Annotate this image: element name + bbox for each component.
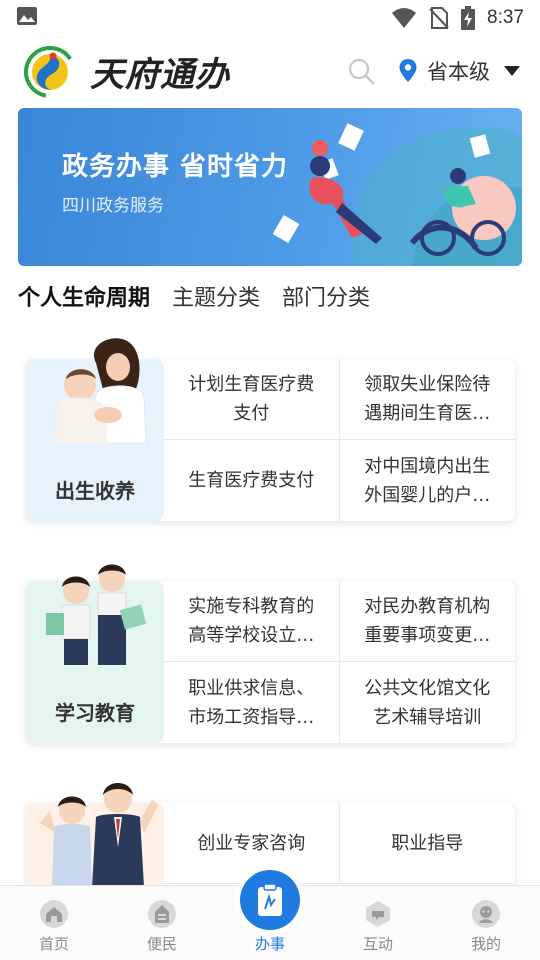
banner-illustration xyxy=(272,123,522,266)
app-logo xyxy=(22,43,78,99)
service-grid: 实施专科教育的高等学校设立审批 对民办教育机构重要事项变更审批 职业供求信息、市… xyxy=(164,581,515,743)
caret-down-icon xyxy=(504,66,520,76)
service-grid: 计划生育医疗费支付 领取失业保险待遇期间生育医疗费 生育医疗费支付 对中国境内出… xyxy=(164,359,515,521)
nav-label: 我的 xyxy=(470,935,501,953)
category-card-birth-adoption: 出生收养 计划生育医疗费支付 领取失业保险待遇期间生育医疗费 生育医疗费支付 对… xyxy=(26,338,515,521)
home-icon xyxy=(40,900,68,928)
category-cover-education[interactable]: 学习教育 xyxy=(26,564,164,743)
category-tabs: 个人生命周期 主题分类 部门分类 xyxy=(18,280,370,312)
status-time: 8:37 xyxy=(487,7,524,28)
nav-item-interaction[interactable]: 互动 xyxy=(324,886,432,960)
service-item[interactable]: 职业供求信息、市场工资指导价位 xyxy=(164,662,340,743)
service-item[interactable]: 公共文化馆文化艺术辅导培训 xyxy=(340,662,516,743)
tab-topic[interactable]: 主题分类 xyxy=(172,280,260,312)
nav-item-profile[interactable]: 我的 xyxy=(432,886,540,960)
app-name: 天府通办 xyxy=(90,54,230,95)
students-illustration xyxy=(46,564,147,665)
banner-subtitle: 四川政务服务 xyxy=(62,196,164,216)
nav-item-services[interactable]: 办事 xyxy=(216,870,324,960)
category-card-education: 学习教育 实施专科教育的高等学校设立审批 对民办教育机构重要事项变更审批 职业供… xyxy=(26,564,515,743)
service-item[interactable]: 对民办教育机构重要事项变更审批 xyxy=(339,581,515,662)
bottom-navigation: 首页 便民 办事 互动 我的 xyxy=(0,870,540,960)
nav-item-home[interactable]: 首页 xyxy=(0,886,108,960)
mother-baby-illustration xyxy=(56,338,147,443)
service-item[interactable]: 领取失业保险待遇期间生育医疗费 xyxy=(339,359,515,440)
tab-life-cycle[interactable]: 个人生命周期 xyxy=(18,280,150,312)
image-icon xyxy=(17,7,37,25)
service-item[interactable]: 创业专家咨询 xyxy=(164,803,340,884)
wifi-icon xyxy=(392,8,417,28)
service-item[interactable]: 计划生育医疗费支付 xyxy=(164,359,340,440)
status-bar: 8:37 xyxy=(0,0,540,36)
service-item[interactable]: 职业指导 xyxy=(339,803,515,884)
services-fab xyxy=(240,870,300,930)
nav-label: 互动 xyxy=(362,935,393,953)
location-pin-icon xyxy=(399,59,417,82)
service-item[interactable]: 实施专科教育的高等学校设立审批 xyxy=(164,581,340,662)
clipboard-icon xyxy=(258,883,282,916)
nav-item-convenience[interactable]: 便民 xyxy=(108,886,216,960)
nav-label: 首页 xyxy=(38,935,69,953)
service-item[interactable]: 对中国境内出生外国婴儿的户籍办理 xyxy=(340,440,516,521)
promo-banner[interactable]: 政务办事 省时省力 四川政务服务 xyxy=(18,108,522,266)
nav-label: 便民 xyxy=(146,935,177,953)
region-selector[interactable]: 省本级 xyxy=(399,56,520,86)
tab-department[interactable]: 部门分类 xyxy=(282,280,370,312)
battery-charging-icon xyxy=(461,6,476,30)
nav-label: 办事 xyxy=(254,935,285,953)
convenience-icon xyxy=(148,900,176,928)
profile-icon xyxy=(472,900,500,928)
banner-title: 政务办事 省时省力 xyxy=(62,152,289,182)
search-button[interactable] xyxy=(345,55,377,87)
category-label: 学习教育 xyxy=(55,701,135,725)
app-header: 天府通办 省本级 xyxy=(0,38,540,104)
region-label: 省本级 xyxy=(427,60,490,84)
no-sim-icon xyxy=(429,7,449,29)
category-cover-birth-adoption[interactable]: 出生收养 xyxy=(26,338,164,521)
category-label: 出生收养 xyxy=(55,479,135,503)
service-item[interactable]: 生育医疗费支付 xyxy=(164,440,340,521)
professionals-illustration xyxy=(40,783,158,887)
search-icon xyxy=(348,58,375,85)
interaction-icon xyxy=(366,901,390,927)
